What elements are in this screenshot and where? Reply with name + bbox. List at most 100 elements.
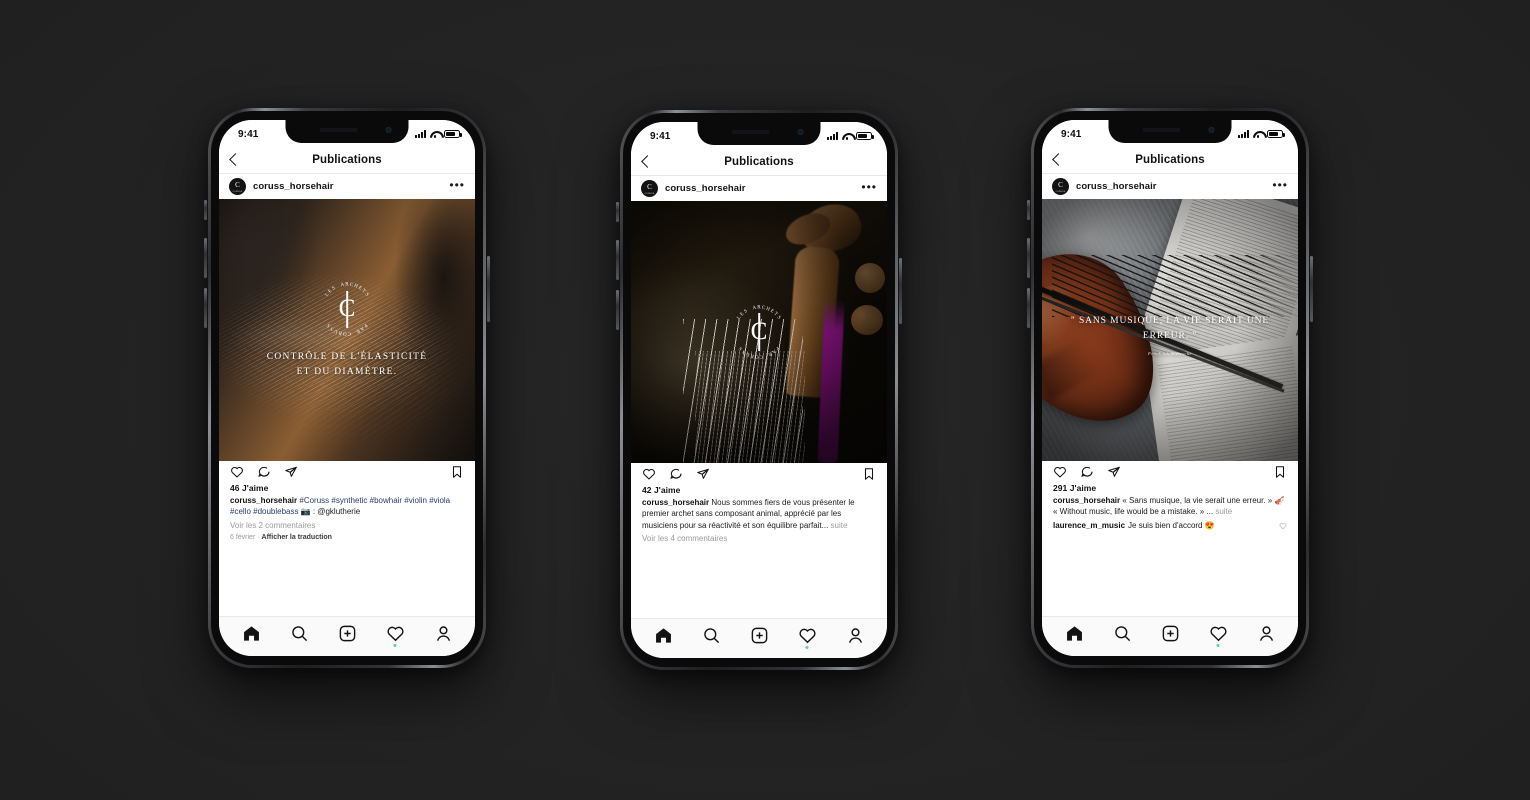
wifi-icon <box>430 130 440 139</box>
ellipsis-icon[interactable]: ••• <box>449 179 465 192</box>
avatar[interactable]: C CORUSS <box>229 178 246 195</box>
power-button[interactable] <box>487 256 490 322</box>
paper-plane-icon[interactable] <box>696 467 710 481</box>
post-image-3[interactable]: " SANS MUSIQUE, LA VIE SERAIT UNE ERREUR… <box>1042 199 1298 461</box>
paper-plane-icon[interactable] <box>1107 465 1121 479</box>
post-image-1[interactable]: LESARCHETSPARCORUSS C CONTRÔLE DE L'ÉLAS… <box>219 199 475 461</box>
logo-arc-char: C <box>759 353 764 359</box>
wifi-icon <box>1253 130 1263 139</box>
tab-create[interactable] <box>338 624 357 643</box>
ellipsis-icon[interactable]: ••• <box>861 181 877 194</box>
post-username[interactable]: coruss_horsehair <box>665 183 854 194</box>
volume-up-button[interactable] <box>616 240 619 280</box>
logo-arc-char: A <box>340 282 345 289</box>
coruss-logo-glyph: C <box>235 181 240 189</box>
logo-arc-char: C <box>347 330 352 336</box>
caption-username[interactable]: coruss_horsehair <box>230 496 297 505</box>
view-comments-link[interactable]: Voir les 4 commentaires <box>642 534 876 543</box>
status-icons <box>827 132 874 141</box>
power-button[interactable] <box>1310 256 1313 322</box>
logo-arc-char: O <box>342 330 347 336</box>
cellular-bars-icon <box>415 130 426 138</box>
avatar[interactable]: C CORUSS <box>641 180 658 197</box>
logo-arc-char: S <box>775 315 782 321</box>
tab-profile[interactable] <box>1257 624 1276 643</box>
comment-heart-icon[interactable] <box>1279 522 1287 530</box>
tab-home[interactable] <box>242 624 261 643</box>
tab-bar-1 <box>219 616 475 656</box>
comment-row: laurence_m_music Je suis bien d'accord 😍 <box>1053 521 1287 530</box>
post-username[interactable]: coruss_horsehair <box>1076 181 1265 192</box>
speech-bubble-icon[interactable] <box>257 465 271 479</box>
mute-switch[interactable] <box>204 200 207 220</box>
phone-screen-3: 9:41 Publications C CORUSS coruss_horseh… <box>1042 120 1298 656</box>
caption-username[interactable]: coruss_horsehair <box>1053 496 1120 505</box>
post-header-1: C CORUSS coruss_horsehair ••• <box>219 174 475 199</box>
tab-profile[interactable] <box>846 626 865 645</box>
mute-switch[interactable] <box>616 202 619 222</box>
bookmark-icon[interactable] <box>450 465 464 479</box>
nav-header-2: Publications <box>631 148 887 176</box>
phone-screen-1: 9:41 Publications C CORUSS coruss_horseh… <box>219 120 475 656</box>
caption-username[interactable]: coruss_horsehair <box>642 498 709 507</box>
front-camera-icon <box>1208 127 1215 133</box>
wifi-icon <box>842 132 852 141</box>
post-image-2[interactable]: LESARCHETSPARCORUSS C <box>631 201 887 463</box>
tab-home[interactable] <box>1065 624 1084 643</box>
page-title: Publications <box>312 153 382 166</box>
caption-body-translated: « Without music, life would be a mistake… <box>1053 507 1214 517</box>
tab-create[interactable] <box>750 626 769 645</box>
tab-activity[interactable] <box>1209 624 1228 647</box>
earpiece-speaker <box>731 130 770 134</box>
logo-c-glyph: C <box>750 318 768 345</box>
image-overlay-title: CONTRÔLE DE L'ÉLASTICITÉ ET DU DIAMÈTRE. <box>266 352 428 377</box>
caption-body: « Sans musique, la vie serait une erreur… <box>1122 496 1285 505</box>
speech-bubble-icon[interactable] <box>669 467 683 481</box>
caption-more-link[interactable]: suite <box>831 521 848 530</box>
notch-2 <box>697 122 821 145</box>
tab-search[interactable] <box>290 624 309 643</box>
ellipsis-icon[interactable]: ••• <box>1272 179 1288 192</box>
coruss-logo-subtext: CORUSS <box>644 192 655 195</box>
phone-mockup-3: 9:41 Publications C CORUSS coruss_horseh… <box>1027 108 1313 668</box>
tab-bar-2 <box>631 618 887 658</box>
heart-icon[interactable] <box>1053 465 1067 479</box>
volume-up-button[interactable] <box>1027 238 1030 278</box>
coruss-round-logo: LESARCHETSPARCORUSS C <box>730 303 788 361</box>
post-actions-2 <box>631 463 887 485</box>
post-username[interactable]: coruss_horsehair <box>253 181 442 192</box>
tab-search[interactable] <box>702 626 721 645</box>
paper-plane-icon[interactable] <box>284 465 298 479</box>
like-count: 291 J'aime <box>1053 483 1097 493</box>
tab-search[interactable] <box>1113 624 1132 643</box>
image-overlay-quote: " SANS MUSIQUE, LA VIE SERAIT UNE ERREUR… <box>1070 316 1270 341</box>
avatar[interactable]: C CORUSS <box>1052 178 1069 195</box>
speech-bubble-icon[interactable] <box>1080 465 1094 479</box>
coruss-logo-subtext: CORUSS <box>232 190 243 193</box>
earpiece-speaker <box>319 128 358 132</box>
post-caption-2: 42 J'aime coruss_horsehair Nous sommes f… <box>631 485 887 618</box>
tab-profile[interactable] <box>434 624 453 643</box>
power-button[interactable] <box>899 258 902 324</box>
comment-username[interactable]: laurence_m_music <box>1053 521 1125 530</box>
post-meta-1: 6 février · Afficher la traduction <box>230 534 464 541</box>
phone-bezel-2: 9:41 Publications C CORUSS coruss_horseh… <box>623 113 895 667</box>
volume-down-button[interactable] <box>616 290 619 330</box>
view-comments-link[interactable]: Voir les 2 commentaires <box>230 521 464 530</box>
bookmark-icon[interactable] <box>1273 465 1287 479</box>
bookmark-icon[interactable] <box>862 467 876 481</box>
heart-icon[interactable] <box>230 465 244 479</box>
translate-link[interactable]: Afficher la traduction <box>262 534 332 541</box>
front-camera-icon <box>797 129 804 135</box>
tab-activity[interactable] <box>798 626 817 649</box>
tab-activity[interactable] <box>386 624 405 647</box>
volume-up-button[interactable] <box>204 238 207 278</box>
volume-down-button[interactable] <box>204 288 207 328</box>
caption-more-link[interactable]: suite <box>1215 507 1232 516</box>
mute-switch[interactable] <box>1027 200 1030 220</box>
volume-down-button[interactable] <box>1027 288 1030 328</box>
status-clock: 9:41 <box>1061 128 1082 140</box>
heart-icon[interactable] <box>642 467 656 481</box>
tab-create[interactable] <box>1161 624 1180 643</box>
tab-home[interactable] <box>654 626 673 645</box>
